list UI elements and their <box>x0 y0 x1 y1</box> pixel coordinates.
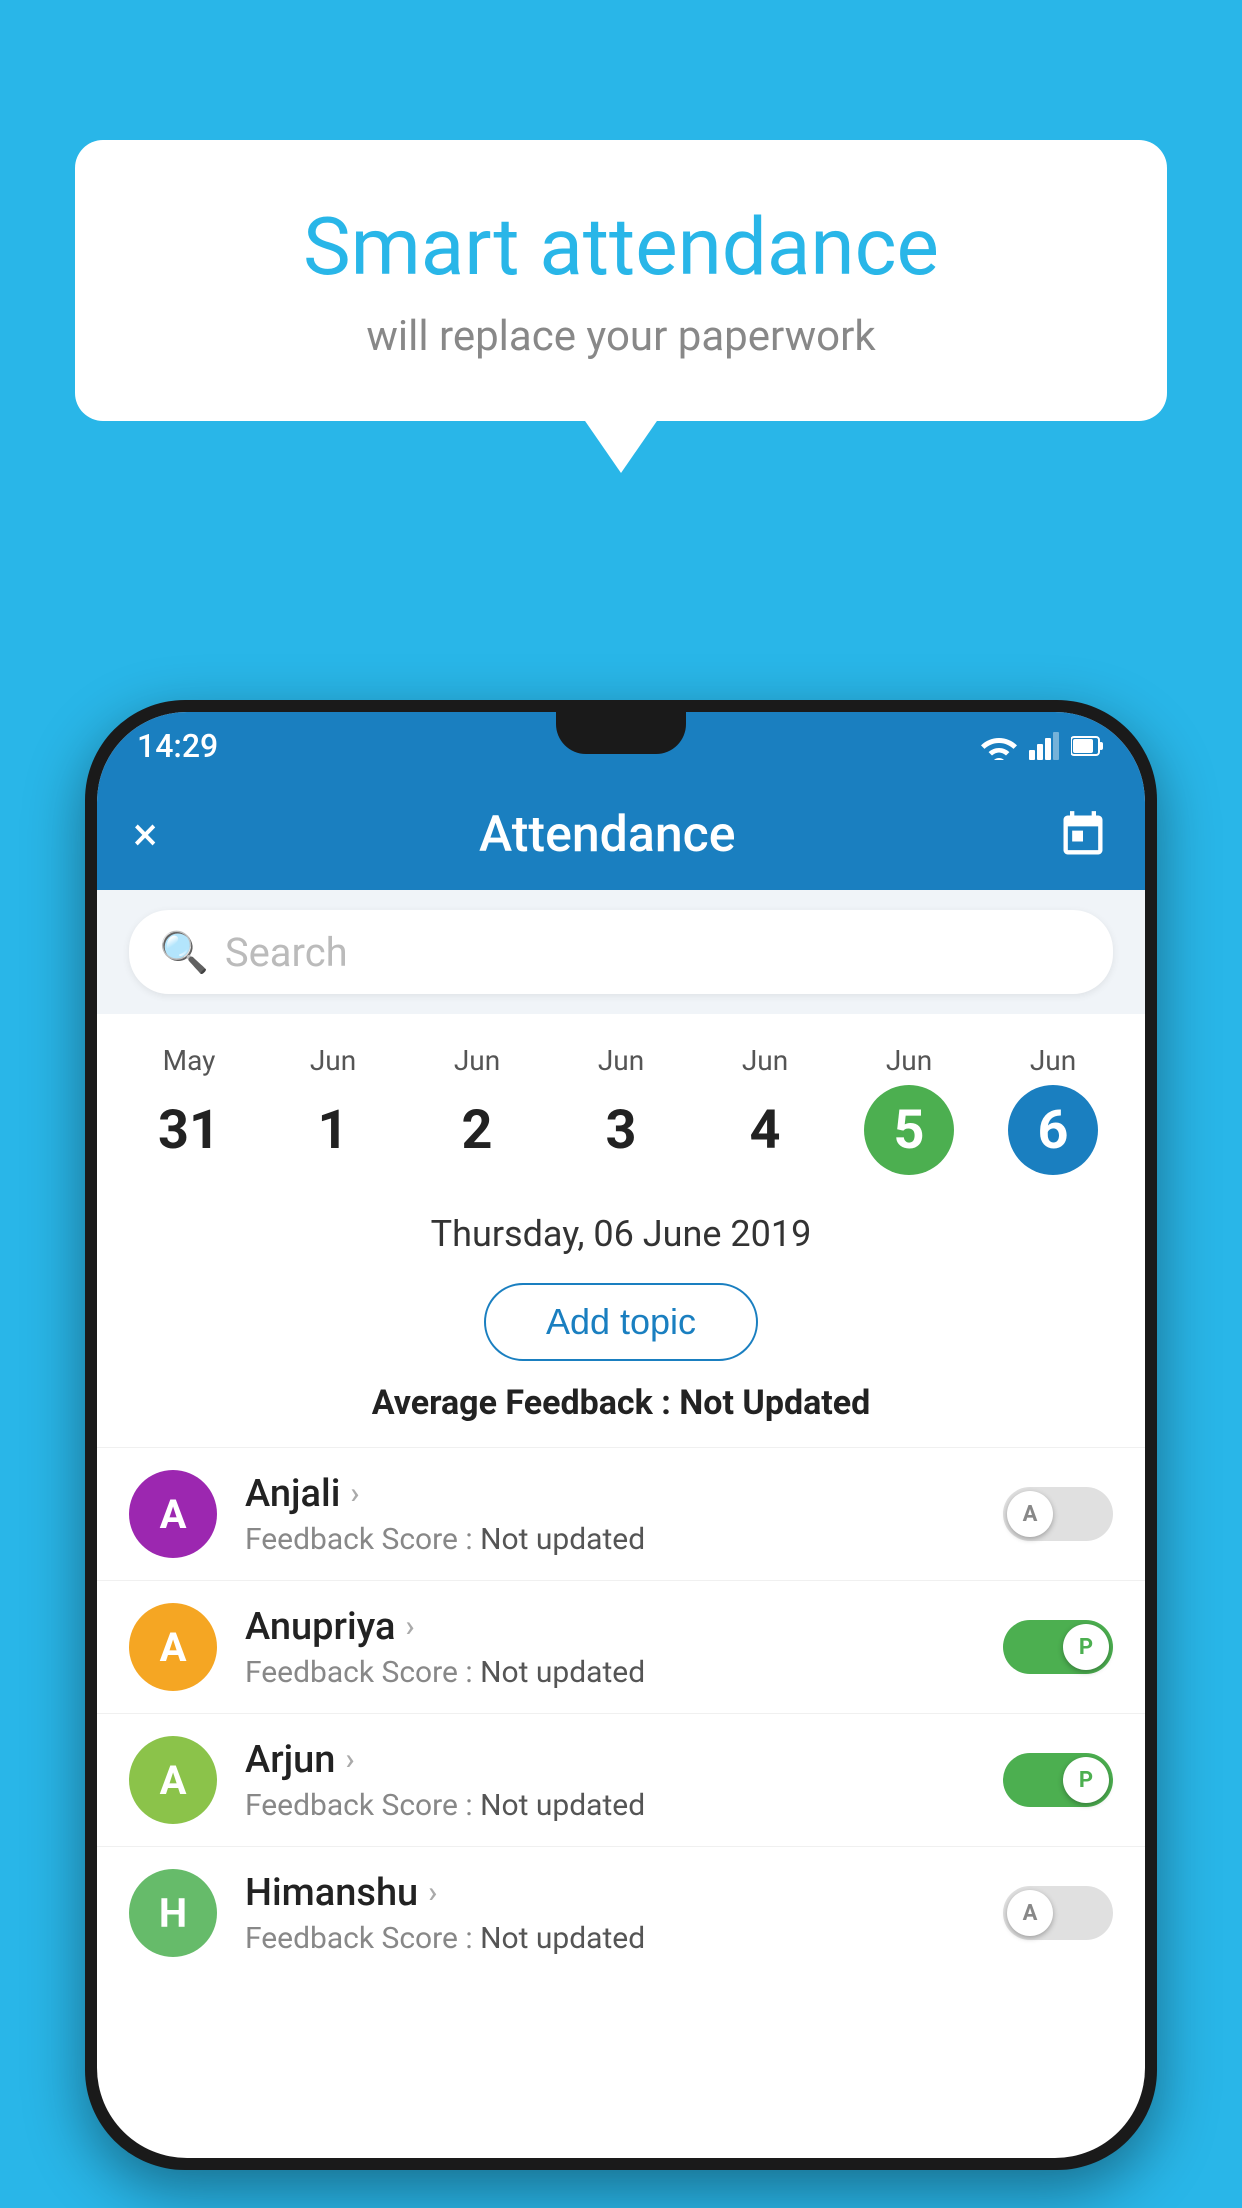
feedback-score: Feedback Score : Not updated <box>245 1522 1003 1557</box>
cal-month: Jun <box>886 1044 932 1077</box>
student-name[interactable]: Anjali › <box>245 1472 1003 1516</box>
calendar-col[interactable]: Jun 5 <box>837 1034 981 1185</box>
student-info: Anjali › Feedback Score : Not updated <box>245 1472 1003 1557</box>
search-input[interactable]: Search <box>225 929 348 976</box>
cal-month: Jun <box>598 1044 644 1077</box>
calendar-col[interactable]: Jun 2 <box>405 1034 549 1185</box>
battery-icon <box>1071 735 1105 757</box>
close-button[interactable]: × <box>133 808 158 862</box>
student-name[interactable]: Arjun › <box>245 1738 1003 1782</box>
feedback-score: Feedback Score : Not updated <box>245 1921 1003 1956</box>
student-info: Anupriya › Feedback Score : Not updated <box>245 1605 1003 1690</box>
speech-bubble-container: Smart attendance will replace your paper… <box>75 140 1167 421</box>
status-bar: 14:29 <box>97 712 1145 780</box>
toggle-thumb: A <box>1007 1890 1053 1936</box>
student-info: Himanshu › Feedback Score : Not updated <box>245 1871 1003 1956</box>
cal-month: Jun <box>1030 1044 1076 1077</box>
chevron-right-icon: › <box>428 1875 437 1910</box>
calendar-col[interactable]: May 31 <box>117 1034 261 1185</box>
attendance-toggle[interactable]: P <box>1003 1620 1113 1674</box>
speech-bubble: Smart attendance will replace your paper… <box>75 140 1167 421</box>
toggle-thumb: P <box>1063 1757 1109 1803</box>
cal-month: Jun <box>454 1044 500 1077</box>
app-bar-title: Attendance <box>479 806 736 864</box>
toggle-thumb: P <box>1063 1624 1109 1670</box>
cal-day[interactable]: 31 <box>144 1085 234 1175</box>
calendar-col[interactable]: Jun 4 <box>693 1034 837 1185</box>
signal-icon <box>1029 732 1059 760</box>
avatar: A <box>129 1736 217 1824</box>
status-time: 14:29 <box>137 727 218 765</box>
search-bar[interactable]: 🔍 Search <box>129 910 1113 994</box>
cal-day[interactable]: 3 <box>576 1085 666 1175</box>
calendar-icon[interactable] <box>1057 809 1109 861</box>
chevron-right-icon: › <box>405 1609 414 1644</box>
avatar: A <box>129 1603 217 1691</box>
phone-frame: 14:29 <box>85 700 1157 2170</box>
student-info: Arjun › Feedback Score : Not updated <box>245 1738 1003 1823</box>
search-icon: 🔍 <box>159 929 209 976</box>
add-topic-container: Add topic <box>97 1273 1145 1383</box>
feedback-score: Feedback Score : Not updated <box>245 1788 1003 1823</box>
calendar-col[interactable]: Jun 1 <box>261 1034 405 1185</box>
cal-day[interactable]: 6 <box>1008 1085 1098 1175</box>
wifi-icon <box>981 732 1017 760</box>
toggle-container[interactable]: A <box>1003 1487 1113 1541</box>
calendar-row: May 31 Jun 1 Jun 2 Jun 3 Jun 4 Jun 5 Jun 6 <box>97 1014 1145 1185</box>
phone-inner: 14:29 <box>97 712 1145 2158</box>
avg-feedback-value: Not Updated <box>679 1383 870 1423</box>
avg-feedback-label: Average Feedback : <box>372 1383 680 1423</box>
notch <box>556 712 686 754</box>
student-name[interactable]: Himanshu › <box>245 1871 1003 1915</box>
app-bar: × Attendance <box>97 780 1145 890</box>
attendance-toggle[interactable]: P <box>1003 1753 1113 1807</box>
student-name[interactable]: Anupriya › <box>245 1605 1003 1649</box>
avg-feedback: Average Feedback : Not Updated <box>97 1383 1145 1447</box>
cal-day[interactable]: 5 <box>864 1085 954 1175</box>
chevron-right-icon: › <box>345 1742 354 1777</box>
avatar: A <box>129 1470 217 1558</box>
list-item[interactable]: A Anupriya › Feedback Score : Not updated P <box>97 1580 1145 1713</box>
toggle-thumb: A <box>1007 1491 1053 1537</box>
cal-month: Jun <box>310 1044 356 1077</box>
attendance-toggle[interactable]: A <box>1003 1487 1113 1541</box>
toggle-container[interactable]: P <box>1003 1620 1113 1674</box>
bubble-title: Smart attendance <box>155 200 1087 294</box>
cal-month: Jun <box>742 1044 788 1077</box>
calendar-col[interactable]: Jun 3 <box>549 1034 693 1185</box>
list-item[interactable]: H Himanshu › Feedback Score : Not updatedA <box>97 1846 1145 1979</box>
bubble-subtitle: will replace your paperwork <box>155 312 1087 361</box>
cal-day[interactable]: 2 <box>432 1085 522 1175</box>
status-icons <box>981 732 1105 760</box>
list-item[interactable]: A Arjun › Feedback Score : Not updated P <box>97 1713 1145 1846</box>
cal-day[interactable]: 4 <box>720 1085 810 1175</box>
date-label: Thursday, 06 June 2019 <box>97 1185 1145 1273</box>
cal-month: May <box>163 1044 216 1077</box>
list-item[interactable]: AAnjali ›Feedback Score : Not updatedA <box>97 1447 1145 1580</box>
avatar: H <box>129 1869 217 1957</box>
add-topic-button[interactable]: Add topic <box>484 1283 758 1361</box>
toggle-container[interactable]: A <box>1003 1886 1113 1940</box>
feedback-score: Feedback Score : Not updated <box>245 1655 1003 1690</box>
calendar-col[interactable]: Jun 6 <box>981 1034 1125 1185</box>
search-container: 🔍 Search <box>97 890 1145 1014</box>
chevron-right-icon: › <box>350 1476 359 1511</box>
cal-day[interactable]: 1 <box>288 1085 378 1175</box>
student-list: AAnjali ›Feedback Score : Not updatedAAA… <box>97 1447 1145 1979</box>
toggle-container[interactable]: P <box>1003 1753 1113 1807</box>
attendance-toggle[interactable]: A <box>1003 1886 1113 1940</box>
